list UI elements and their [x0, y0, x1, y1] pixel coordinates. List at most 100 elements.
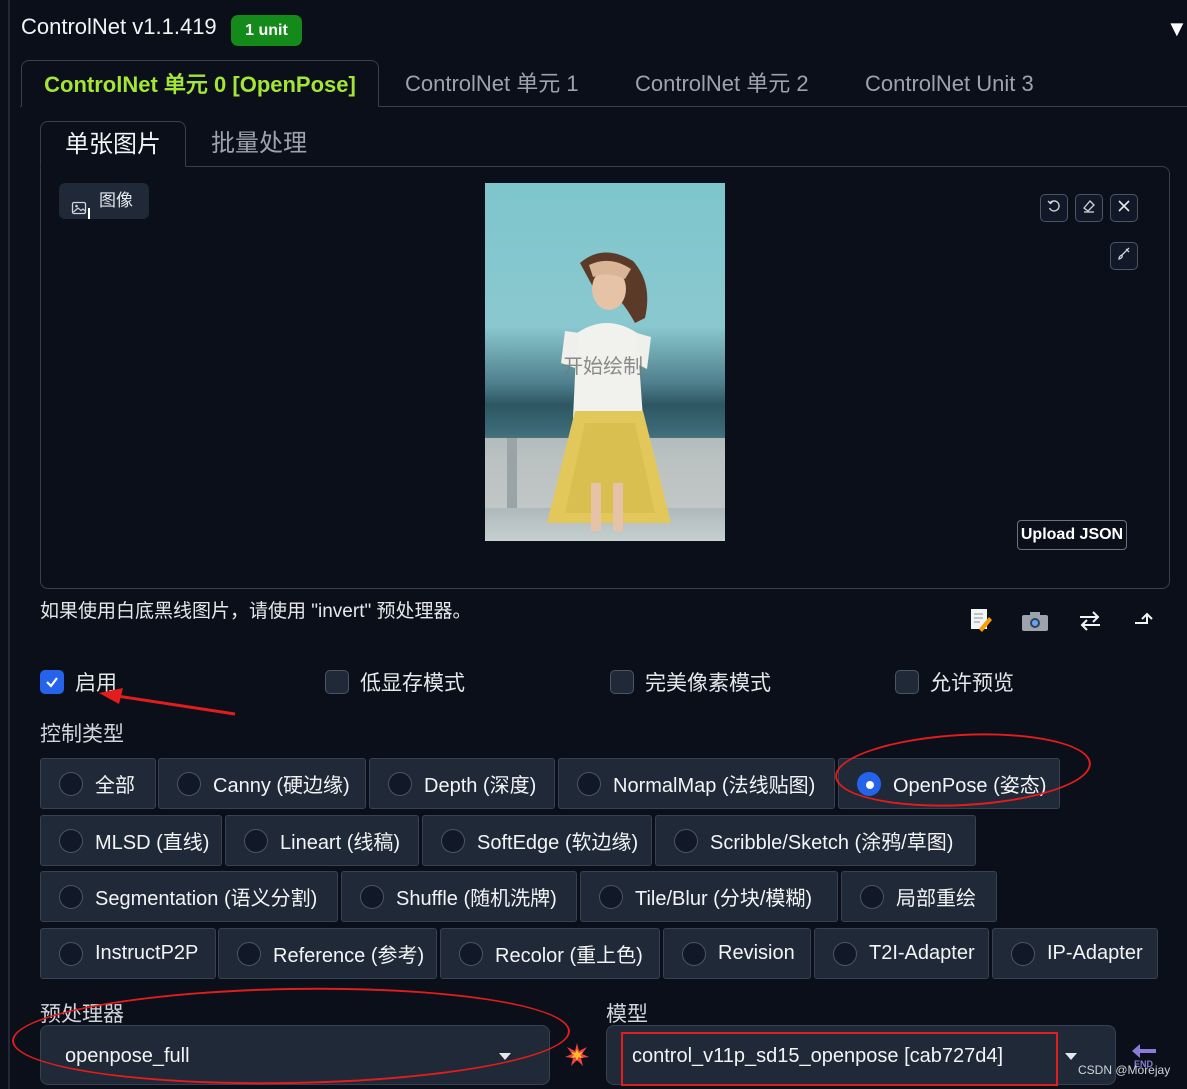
control-type-option[interactable]: 全部	[40, 758, 156, 809]
control-type-option[interactable]: Segmentation (语义分割)	[40, 871, 338, 922]
radio-dot[interactable]	[674, 828, 698, 853]
option-label: Scribble/Sketch (涂鸦/草图)	[710, 832, 954, 854]
tab-unit-3[interactable]: ControlNet Unit 3	[865, 60, 1034, 107]
send-dimensions-button[interactable]	[1133, 611, 1157, 634]
option-label: NormalMap (法线贴图)	[613, 775, 816, 797]
control-type-option[interactable]: Revision	[663, 928, 811, 979]
radio-dot[interactable]	[682, 941, 706, 966]
option-label: InstructP2P	[95, 942, 199, 964]
control-type-option[interactable]: Shuffle (随机洗牌)	[341, 871, 577, 922]
radio-dot[interactable]	[1011, 941, 1035, 966]
checkbox-box[interactable]	[895, 670, 919, 694]
option-label: IP-Adapter	[1047, 942, 1143, 964]
radio-dot[interactable]	[833, 941, 857, 966]
swap-dimensions-button[interactable]	[1078, 611, 1102, 636]
control-type-option[interactable]: SoftEdge (软边缘)	[422, 815, 652, 866]
clear-button[interactable]	[1110, 194, 1138, 222]
tab-batch[interactable]: 批量处理	[211, 121, 307, 167]
send-dimensions-icon	[1133, 612, 1157, 633]
upload-json-button[interactable]: Upload JSON	[1017, 520, 1127, 550]
checkbox-box[interactable]	[325, 670, 349, 694]
swap-icon	[1078, 611, 1102, 635]
edit-button[interactable]	[969, 607, 993, 638]
radio-dot[interactable]	[860, 884, 884, 909]
control-type-option[interactable]: Scribble/Sketch (涂鸦/草图)	[655, 815, 976, 866]
control-type-option[interactable]: Tile/Blur (分块/模糊)	[580, 871, 838, 922]
chevron-down-icon[interactable]	[1065, 1053, 1077, 1060]
control-type-option[interactable]: T2I-Adapter	[814, 928, 989, 979]
collapse-toggle-icon[interactable]: ▼	[1166, 16, 1187, 42]
low-vram-checkbox[interactable]: 低显存模式	[325, 670, 465, 695]
annotation-box-model	[621, 1032, 1058, 1086]
image-label-text: 图像	[99, 191, 133, 210]
radio-dot[interactable]	[360, 884, 384, 909]
control-type-option[interactable]: MLSD (直线)	[40, 815, 222, 866]
control-type-option[interactable]: Recolor (重上色)	[440, 928, 660, 979]
low-vram-label: 低显存模式	[360, 672, 465, 695]
radio-dot[interactable]	[59, 884, 83, 909]
option-label: 局部重绘	[896, 888, 976, 910]
option-label: Segmentation (语义分割)	[95, 888, 318, 910]
edit-icon	[969, 609, 993, 637]
control-type-option[interactable]: 局部重绘	[841, 871, 997, 922]
radio-dot[interactable]	[59, 941, 83, 966]
control-type-option[interactable]: Reference (参考)	[218, 928, 437, 979]
option-label: MLSD (直线)	[95, 832, 210, 854]
radio-dot[interactable]	[59, 828, 83, 853]
control-type-option[interactable]: InstructP2P	[40, 928, 216, 979]
option-label: Reference (参考)	[273, 945, 425, 967]
model-label: 模型	[606, 1003, 648, 1026]
draw-hint-overlay: 开始绘制	[563, 356, 643, 378]
radio-dot[interactable]	[388, 771, 412, 796]
checkbox-box[interactable]	[40, 670, 64, 694]
allow-preview-checkbox[interactable]: 允许预览	[895, 670, 1014, 695]
tab-unit-1[interactable]: ControlNet 单元 1	[405, 60, 579, 107]
radio-dot[interactable]	[177, 771, 201, 796]
control-type-option[interactable]: IP-Adapter	[992, 928, 1158, 979]
eraser-button[interactable]	[1075, 194, 1103, 222]
camera-button[interactable]	[1021, 610, 1049, 637]
close-icon	[1117, 199, 1131, 218]
undo-button[interactable]	[1040, 194, 1068, 222]
option-label: Canny (硬边缘)	[213, 775, 350, 797]
option-label: Lineart (线稿)	[280, 832, 401, 854]
camera-icon	[1021, 612, 1049, 636]
option-label: Depth (深度)	[424, 775, 537, 797]
explosion-icon	[564, 1043, 590, 1072]
radio-dot[interactable]	[459, 941, 483, 966]
annotation-arrow	[99, 688, 236, 716]
pixel-perfect-checkbox[interactable]: 完美像素模式	[610, 670, 771, 695]
radio-dot[interactable]	[441, 828, 465, 853]
radio-dot[interactable]	[244, 828, 268, 853]
radio-dot[interactable]	[599, 884, 623, 909]
panel-edge	[8, 0, 10, 1089]
option-label: 全部	[95, 775, 135, 797]
checkbox-box[interactable]	[610, 670, 634, 694]
undo-icon	[1046, 198, 1062, 219]
radio-dot[interactable]	[59, 771, 83, 796]
image-label: 图像	[59, 183, 149, 219]
control-type-option[interactable]: Canny (硬边缘)	[158, 758, 366, 809]
radio-dot[interactable]	[237, 941, 261, 966]
eraser-icon	[1081, 198, 1097, 219]
pixel-perfect-label: 完美像素模式	[645, 672, 771, 695]
control-type-option[interactable]: Lineart (线稿)	[225, 815, 419, 866]
image-icon	[71, 193, 87, 229]
radio-dot[interactable]	[577, 771, 601, 796]
run-preprocessor-button[interactable]	[564, 1042, 590, 1073]
brush-button[interactable]	[1110, 242, 1138, 270]
brush-icon	[1116, 246, 1132, 267]
panel-title: ControlNet v1.1.419	[21, 14, 217, 39]
tab-unit-2[interactable]: ControlNet 单元 2	[635, 60, 809, 107]
control-type-option[interactable]: NormalMap (法线贴图)	[558, 758, 835, 809]
option-label: Tile/Blur (分块/模糊)	[635, 888, 813, 910]
control-type-option[interactable]: Depth (深度)	[369, 758, 555, 809]
tab-single-image[interactable]: 单张图片	[40, 121, 186, 167]
option-label: Recolor (重上色)	[495, 945, 643, 967]
option-label: SoftEdge (软边缘)	[477, 832, 639, 854]
watermark: CSDN @Morejay	[1078, 1063, 1171, 1077]
option-label: T2I-Adapter	[869, 942, 975, 964]
option-label: Shuffle (随机洗牌)	[396, 888, 557, 910]
tab-unit-0[interactable]: ControlNet 单元 0 [OpenPose]	[21, 60, 379, 107]
allow-preview-label: 允许预览	[930, 672, 1014, 695]
